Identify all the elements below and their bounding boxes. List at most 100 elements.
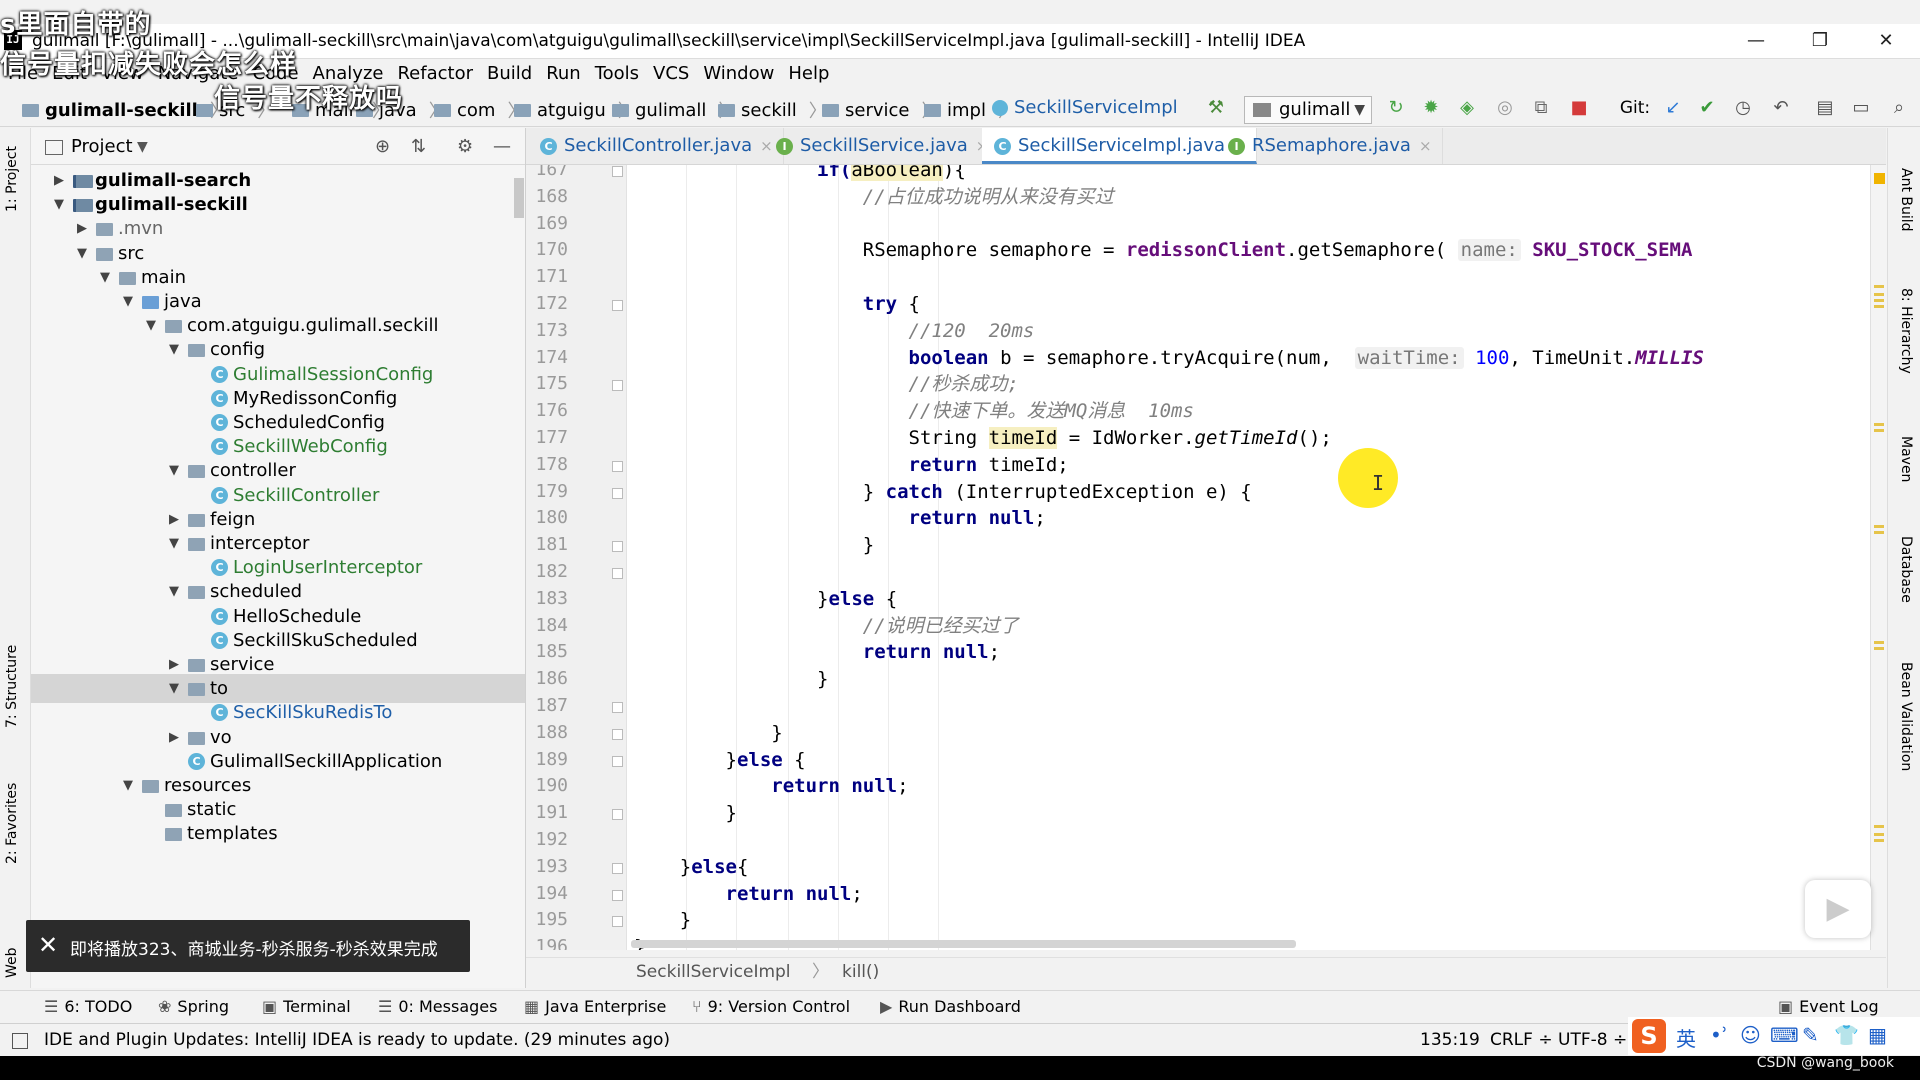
fold-marker-icon[interactable] (612, 728, 623, 740)
hide-icon[interactable]: — (493, 136, 511, 157)
close-window-button[interactable]: ✕ (1866, 28, 1906, 54)
fold-marker-icon[interactable] (612, 166, 623, 177)
tool-window-button[interactable]: ▣ Terminal (262, 997, 351, 1016)
fold-marker-icon[interactable] (612, 809, 623, 821)
status-message[interactable]: IDE and Plugin Updates: IntelliJ IDEA is… (44, 1030, 670, 1050)
fold-marker-icon[interactable] (612, 889, 623, 901)
project-scrollbar[interactable] (514, 178, 524, 218)
frame-icon[interactable]: ▭ (1850, 97, 1872, 119)
emoji-icon[interactable]: ☺ (1740, 1023, 1761, 1047)
sogou-logo[interactable]: S (1632, 1019, 1666, 1053)
breadcrumb-class[interactable]: SeckillServiceImpl (636, 958, 791, 986)
stripe-mark[interactable] (1874, 839, 1884, 842)
profile-icon[interactable]: ◎ (1494, 97, 1516, 119)
fold-marker-icon[interactable] (612, 755, 623, 767)
tool-window-button[interactable]: ▦ Java Enterprise (524, 997, 666, 1016)
tab-ant-build[interactable]: Ant Build (1898, 168, 1914, 232)
tab-web[interactable]: Web (4, 947, 20, 978)
line-separator[interactable]: CRLF ÷ (1490, 1030, 1553, 1050)
tool-window-button[interactable]: ⑂ 9: Version Control (692, 997, 850, 1016)
stripe-mark[interactable] (1874, 423, 1884, 426)
breadcrumb-item[interactable]: service〉 (822, 97, 939, 123)
tab-hierarchy[interactable]: 8: Hierarchy (1898, 288, 1914, 374)
coverage-icon[interactable]: ◈ (1456, 97, 1478, 119)
hammer-icon[interactable]: ⚒ (1205, 97, 1227, 119)
toolbox-icon[interactable]: ▦ (1868, 1023, 1887, 1047)
update-icon[interactable]: ↙ (1662, 97, 1684, 119)
menu-tools[interactable]: Tools (588, 59, 646, 89)
breadcrumb-item[interactable]: SeckillServiceImpl (992, 97, 1178, 118)
project-panel-title[interactable]: Project (71, 136, 133, 157)
commit-icon[interactable]: ✔ (1696, 97, 1718, 119)
warning-icon[interactable] (1874, 173, 1885, 184)
stripe-mark[interactable] (1874, 429, 1884, 432)
stripe-mark[interactable] (1874, 825, 1884, 828)
menu-window[interactable]: Window (696, 59, 781, 89)
locate-icon[interactable]: ⊕ (375, 136, 390, 157)
play-icon[interactable]: ▶ (1805, 880, 1871, 938)
fold-marker-icon[interactable] (612, 702, 623, 713)
caret-position[interactable]: 135:19 (1420, 1030, 1480, 1050)
fold-marker-icon[interactable] (612, 541, 623, 553)
code-editor[interactable]: 167 168 169 170 171 172 173 174 175 176 177 178 179 1… (526, 165, 1886, 950)
file-encoding[interactable]: UTF-8 ÷ (1558, 1030, 1627, 1050)
language-toggle[interactable]: 英 (1676, 1023, 1696, 1052)
close-tab-icon[interactable]: × (1419, 137, 1432, 155)
restore-button[interactable]: ❐ (1800, 28, 1840, 54)
tool-window-button[interactable]: ❀ Spring (158, 997, 229, 1016)
punctuation-icon[interactable]: •ʾ (1710, 1023, 1728, 1047)
menu-run[interactable]: Run (539, 59, 588, 89)
keyboard-icon[interactable]: ⌨ (1770, 1023, 1799, 1047)
rerun-icon[interactable]: ↻ (1385, 97, 1407, 119)
horizontal-scrollbar[interactable] (631, 940, 1296, 948)
tab-bean-validation[interactable]: Bean Validation (1898, 662, 1914, 771)
tool-window-button[interactable]: ▶ Run Dashboard (880, 997, 1021, 1016)
menu-vcs[interactable]: VCS (646, 59, 696, 89)
history-icon[interactable]: ◷ (1732, 97, 1754, 119)
debug-icon[interactable]: ✹ (1420, 97, 1442, 119)
breadcrumb-item[interactable]: com〉 (434, 97, 525, 123)
stripe-mark[interactable] (1874, 305, 1884, 308)
stripe-mark[interactable] (1874, 531, 1884, 534)
stop-icon[interactable]: ■ (1568, 97, 1590, 119)
fold-marker-icon[interactable] (612, 460, 623, 472)
fold-marker-icon[interactable] (612, 380, 623, 392)
menu-help[interactable]: Help (781, 59, 836, 89)
fold-marker-icon[interactable] (612, 568, 623, 579)
tool-window-button[interactable]: ▣ Event Log (1778, 997, 1879, 1016)
editor-tab[interactable]: I RSemaphore.java × (1216, 128, 1443, 164)
menu-build[interactable]: Build (480, 59, 539, 89)
breadcrumb-method[interactable]: kill() (842, 958, 879, 986)
editor-tab[interactable]: C SeckillController.java × (528, 128, 784, 164)
tab-favorites[interactable]: 2: Favorites (4, 783, 20, 864)
run-configuration-select[interactable]: gulimall ▼ (1244, 96, 1372, 124)
fold-marker-icon[interactable] (612, 487, 623, 499)
collapse-icon[interactable]: ⇅ (411, 136, 426, 157)
stripe-mark[interactable] (1874, 293, 1884, 296)
skin-icon[interactable]: 👕 (1834, 1023, 1859, 1047)
tool-window-button[interactable]: ☰ 0: Messages (378, 997, 497, 1016)
handwriting-icon[interactable]: ✎ (1802, 1023, 1819, 1047)
stripe-mark[interactable] (1874, 285, 1884, 288)
minimize-button[interactable]: — (1736, 28, 1776, 54)
toggle-tool-windows-icon[interactable] (12, 1033, 28, 1049)
tab-maven[interactable]: Maven (1898, 436, 1914, 482)
tree-item[interactable]: templates (31, 819, 525, 848)
search-icon[interactable]: ⌕ (1888, 97, 1910, 119)
tab-project[interactable]: 1: Project (4, 146, 20, 212)
close-icon[interactable]: ✕ (38, 930, 58, 960)
stripe-mark[interactable] (1874, 525, 1884, 528)
stripe-mark[interactable] (1874, 641, 1884, 644)
fold-marker-icon[interactable] (612, 862, 623, 874)
structure-icon[interactable]: ▤ (1814, 97, 1836, 119)
fold-marker-icon[interactable] (612, 300, 623, 311)
tool-window-button[interactable]: ☰ 6: TODO (44, 997, 132, 1016)
breadcrumb-item[interactable]: seckill 〉 (718, 97, 827, 123)
menu-refactor[interactable]: Refactor (390, 59, 480, 89)
stripe-mark[interactable] (1874, 833, 1884, 836)
chevron-down-icon[interactable]: ▼ (137, 139, 148, 155)
tab-structure[interactable]: 7: Structure (4, 645, 20, 728)
stripe-mark[interactable] (1874, 299, 1884, 302)
stripe-mark[interactable] (1874, 647, 1884, 650)
rollback-icon[interactable]: ↶ (1770, 97, 1792, 119)
